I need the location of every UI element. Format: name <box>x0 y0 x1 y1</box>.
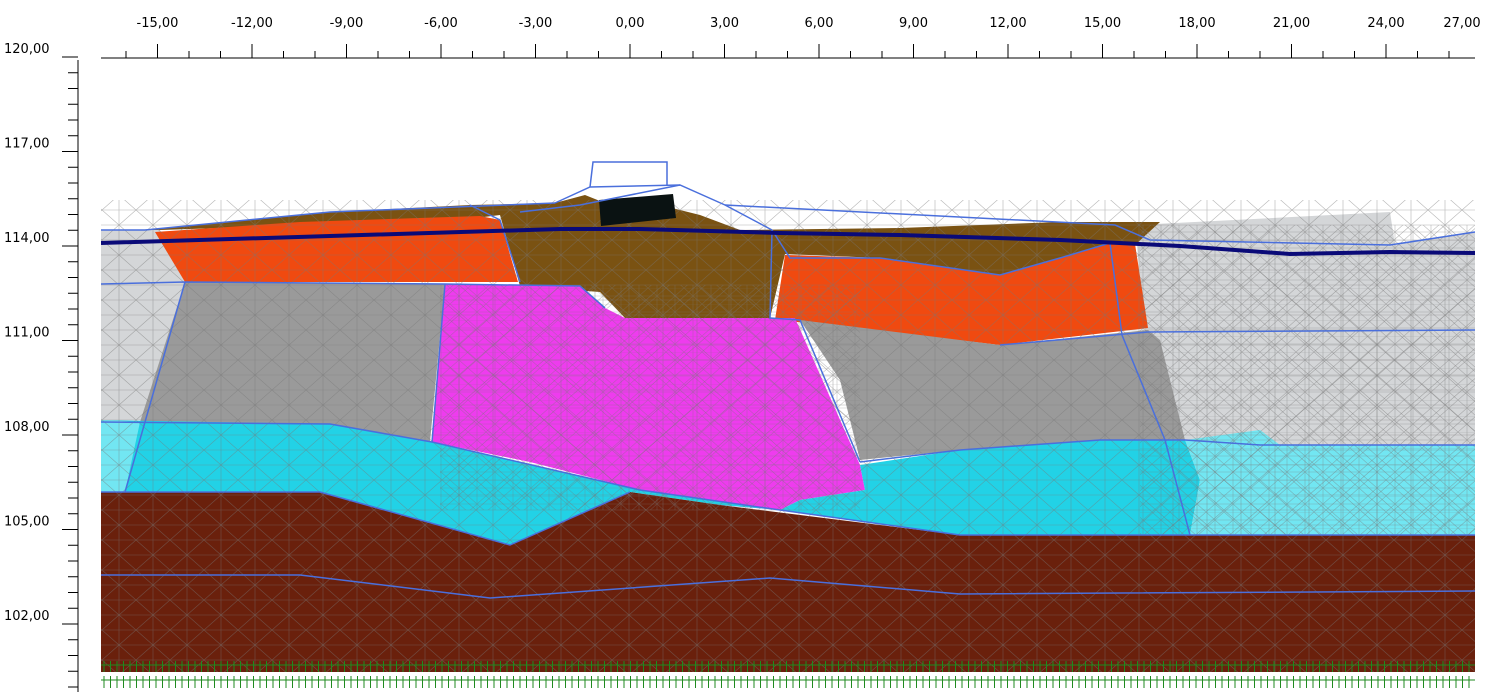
x-tick-label: 3,00 <box>710 16 739 31</box>
y-tick-label: 117,00 <box>4 137 50 152</box>
x-tick-label: -15,00 <box>137 16 179 31</box>
x-tick-label: -9,00 <box>330 16 364 31</box>
y-tick-label: 108,00 <box>4 420 50 435</box>
x-tick-label: 0,00 <box>616 16 645 31</box>
model-domain <box>101 161 1475 672</box>
x-tick-label: -6,00 <box>424 16 458 31</box>
x-tick-label: 12,00 <box>989 16 1026 31</box>
x-tick-label: -12,00 <box>231 16 273 31</box>
y-tick-label: 105,00 <box>4 515 50 530</box>
y-axis: 120,00 117,00 114,00 111,00 108,00 105,00 102,… <box>4 42 79 692</box>
x-tick-label: 6,00 <box>805 16 834 31</box>
x-tick-label: 27,00 <box>1443 16 1480 31</box>
x-tick-label: 18,00 <box>1178 16 1215 31</box>
x-tick-label: 24,00 <box>1367 16 1404 31</box>
mesh-overlay-fine-right <box>1140 225 1475 535</box>
x-tick-label: 9,00 <box>899 16 928 31</box>
x-tick-label: 21,00 <box>1273 16 1310 31</box>
bottom-tick-strip <box>101 676 1475 688</box>
y-tick-label: 120,00 <box>4 42 50 57</box>
x-tick-label: -3,00 <box>519 16 553 31</box>
mesh-overlay-fine-center <box>440 285 860 510</box>
cross-section-canvas[interactable]: -15,00 -12,00 -9,00 -6,00 -3,00 0,00 3,00 6,00 9… <box>0 0 1491 692</box>
x-axis: -15,00 -12,00 -9,00 -6,00 -3,00 0,00 3,00 6,00 9… <box>101 16 1481 59</box>
y-tick-label: 114,00 <box>4 231 50 246</box>
y-tick-label: 111,00 <box>4 326 50 341</box>
y-tick-label: 102,00 <box>4 609 50 624</box>
x-tick-label: 15,00 <box>1084 16 1121 31</box>
